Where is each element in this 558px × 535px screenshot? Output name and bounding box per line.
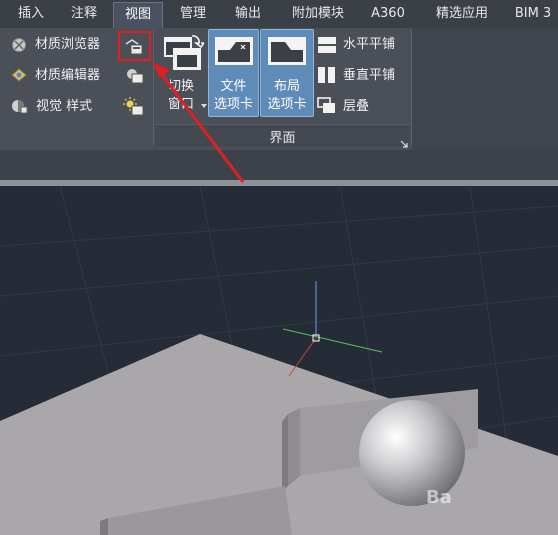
watermark-text: Ba (426, 487, 452, 508)
annotation-arrow (152, 62, 245, 183)
